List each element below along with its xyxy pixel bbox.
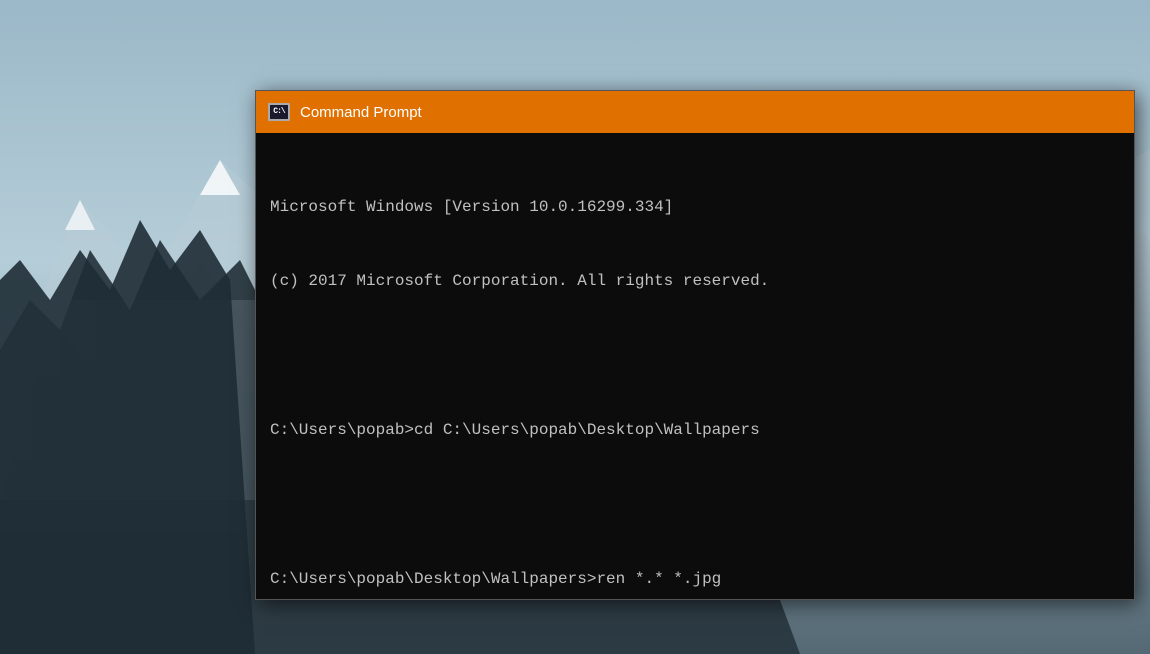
cmd-body[interactable]: Microsoft Windows [Version 10.0.16299.33…	[256, 133, 1134, 599]
cmd-title: Command Prompt	[300, 104, 422, 121]
cmd-line-2: (c) 2017 Microsoft Corporation. All righ…	[270, 269, 1120, 294]
cmd-output: Microsoft Windows [Version 10.0.16299.33…	[270, 145, 1120, 599]
cmd-line-6: C:\Users\popab\Desktop\Wallpapers>ren *.…	[270, 567, 1120, 592]
cmd-empty-1	[270, 343, 1120, 368]
cmd-titlebar[interactable]: C:\ Command Prompt	[256, 91, 1134, 133]
cmd-line-4: C:\Users\popab>cd C:\Users\popab\Desktop…	[270, 418, 1120, 443]
cmd-icon: C:\	[268, 103, 290, 121]
cmd-empty-2	[270, 492, 1120, 517]
cmd-window: C:\ Command Prompt Microsoft Windows [Ve…	[255, 90, 1135, 600]
cmd-icon-text: C:\	[273, 108, 284, 116]
cmd-line-1: Microsoft Windows [Version 10.0.16299.33…	[270, 195, 1120, 220]
